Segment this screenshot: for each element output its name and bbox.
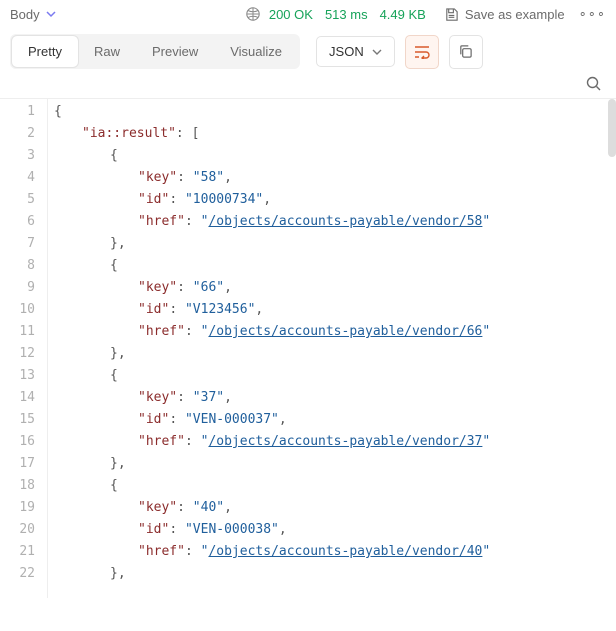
scrollbar-thumb[interactable]	[608, 99, 616, 157]
body-dropdown-label: Body	[10, 7, 40, 22]
view-controls-row: Pretty Raw Preview Visualize JSON	[0, 28, 616, 69]
format-dropdown[interactable]: JSON	[316, 36, 395, 67]
chevron-down-icon	[372, 47, 382, 57]
search-button[interactable]	[585, 75, 602, 92]
response-time: 513 ms	[325, 7, 368, 22]
save-icon	[444, 7, 459, 22]
response-body-viewer[interactable]: 12345678910111213141516171819202122 {"ia…	[0, 98, 616, 598]
tab-preview[interactable]: Preview	[136, 36, 214, 67]
tab-pretty[interactable]: Pretty	[12, 36, 78, 67]
response-top-bar: Body 200 OK 513 ms 4.49 KB Save as examp…	[0, 0, 616, 28]
network-globe-icon	[245, 6, 261, 22]
chevron-down-icon	[46, 9, 56, 19]
more-actions-button[interactable]: ∘∘∘	[579, 6, 606, 22]
status-code: 200 OK	[269, 7, 313, 22]
copy-icon	[458, 44, 473, 59]
view-tabs: Pretty Raw Preview Visualize	[10, 34, 300, 69]
wrap-icon	[414, 45, 430, 59]
tab-visualize[interactable]: Visualize	[214, 36, 298, 67]
save-as-example-button[interactable]: Save as example	[444, 7, 565, 22]
copy-button[interactable]	[449, 35, 483, 69]
tab-raw[interactable]: Raw	[78, 36, 136, 67]
search-row	[0, 69, 616, 98]
wrap-lines-button[interactable]	[405, 35, 439, 69]
format-dropdown-label: JSON	[329, 44, 364, 59]
response-size: 4.49 KB	[380, 7, 426, 22]
save-as-example-label: Save as example	[465, 7, 565, 22]
body-dropdown[interactable]: Body	[10, 7, 56, 22]
code-content: {"ia::result": [{"key": "58","id": "1000…	[48, 99, 616, 598]
line-number-gutter: 12345678910111213141516171819202122	[0, 99, 48, 598]
